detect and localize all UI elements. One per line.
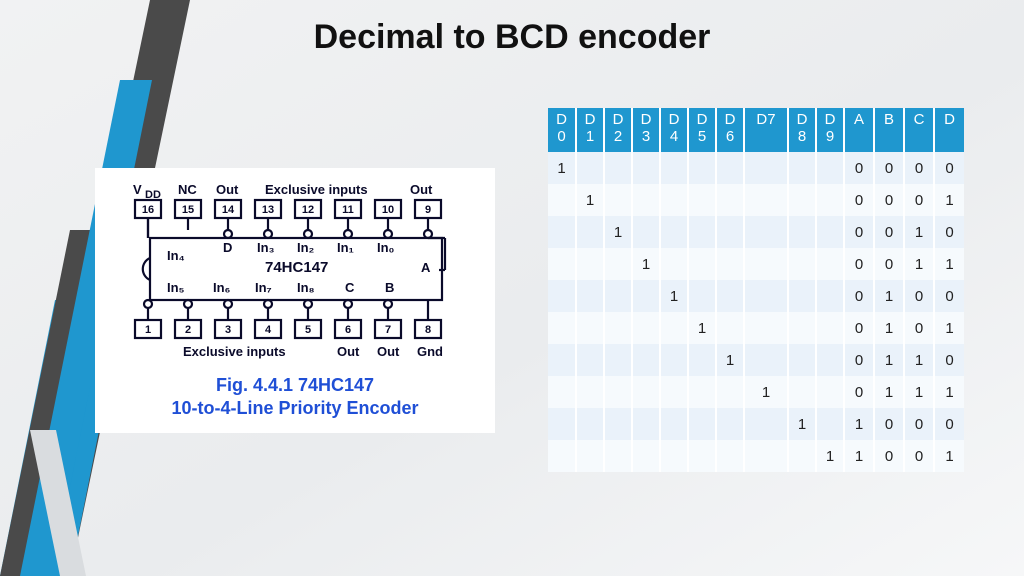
- col-A: A: [844, 108, 874, 152]
- svg-text:Gnd: Gnd: [417, 344, 443, 359]
- col-D8: D8: [788, 108, 816, 152]
- svg-text:In₆: In₆: [213, 280, 231, 295]
- svg-text:In₀: In₀: [377, 240, 395, 255]
- svg-text:A: A: [421, 260, 431, 275]
- svg-text:74HC147: 74HC147: [265, 259, 328, 276]
- svg-text:In₂: In₂: [297, 240, 315, 255]
- table-row: 10001: [548, 184, 964, 216]
- table-row: 10010: [548, 216, 964, 248]
- table-row: 10111: [548, 376, 964, 408]
- col-D2: D2: [604, 108, 632, 152]
- svg-text:6: 6: [345, 324, 351, 336]
- svg-text:10: 10: [382, 204, 394, 216]
- svg-text:5: 5: [305, 324, 311, 336]
- svg-text:B: B: [385, 280, 394, 295]
- col-D4: D4: [660, 108, 688, 152]
- svg-text:Out: Out: [337, 344, 360, 359]
- table-row: 10110: [548, 344, 964, 376]
- ic-pinout-svg: .lbl { font: 700 13px Arial; fill:#0a0a2…: [105, 180, 485, 370]
- col-C: C: [904, 108, 934, 152]
- col-D5: D5: [688, 108, 716, 152]
- svg-text:In₄: In₄: [167, 248, 185, 263]
- svg-text:Out: Out: [216, 182, 239, 197]
- svg-text:D: D: [223, 240, 232, 255]
- svg-text:In₁: In₁: [337, 240, 354, 255]
- svg-text:In₃: In₃: [257, 240, 275, 255]
- svg-text:C: C: [345, 280, 355, 295]
- svg-text:In₈: In₈: [297, 280, 315, 295]
- svg-text:15: 15: [182, 204, 194, 216]
- table-row: 10000: [548, 152, 964, 184]
- col-D6: D6: [716, 108, 744, 152]
- truth-table: D0D1D2D3D4D5D6D7D8D9ABCD 100001000110010…: [548, 108, 964, 472]
- page-title: Decimal to BCD encoder: [0, 18, 1024, 57]
- svg-text:9: 9: [425, 204, 431, 216]
- svg-text:14: 14: [222, 204, 235, 216]
- col-D3: D3: [632, 108, 660, 152]
- svg-text:Exclusive inputs: Exclusive inputs: [265, 182, 368, 197]
- col-D7: D7: [744, 108, 788, 152]
- svg-text:11: 11: [342, 204, 354, 216]
- svg-text:2: 2: [185, 324, 191, 336]
- ic-figure: .lbl { font: 700 13px Arial; fill:#0a0a2…: [95, 168, 495, 433]
- svg-text:In₅: In₅: [167, 280, 185, 295]
- col-D9: D9: [816, 108, 844, 152]
- svg-text:Out: Out: [377, 344, 400, 359]
- svg-text:Exclusive inputs: Exclusive inputs: [183, 344, 286, 359]
- svg-text:4: 4: [265, 324, 272, 336]
- svg-text:NC: NC: [178, 182, 197, 197]
- svg-text:16: 16: [142, 204, 154, 216]
- svg-text:13: 13: [262, 204, 274, 216]
- svg-text:V: V: [133, 182, 142, 197]
- table-row: 10011: [548, 248, 964, 280]
- figure-caption: Fig. 4.4.1 74HC147 10-to-4-Line Priority…: [103, 374, 487, 419]
- svg-text:In₇: In₇: [255, 280, 272, 295]
- table-row: 10101: [548, 312, 964, 344]
- table-row: 10100: [548, 280, 964, 312]
- col-D1: D1: [576, 108, 604, 152]
- svg-text:3: 3: [225, 324, 231, 336]
- svg-text:7: 7: [385, 324, 391, 336]
- table-row: 11000: [548, 408, 964, 440]
- svg-text:12: 12: [302, 204, 314, 216]
- svg-text:8: 8: [425, 324, 431, 336]
- svg-text:Out: Out: [410, 182, 433, 197]
- svg-text:1: 1: [145, 324, 151, 336]
- col-D0: D0: [548, 108, 576, 152]
- col-D: D: [934, 108, 964, 152]
- table-row: 11001: [548, 440, 964, 472]
- col-B: B: [874, 108, 904, 152]
- truth-table-header: D0D1D2D3D4D5D6D7D8D9ABCD: [548, 108, 964, 152]
